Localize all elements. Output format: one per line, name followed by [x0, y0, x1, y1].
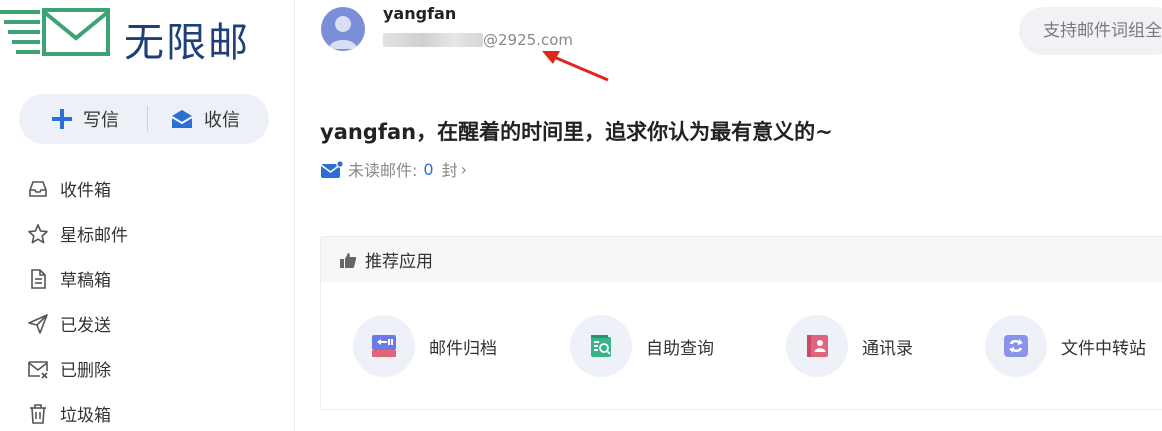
unread-count: 0	[423, 159, 434, 179]
archive-icon	[353, 315, 415, 377]
deleted-mail-icon	[26, 357, 50, 381]
folder-label: 草稿箱	[60, 271, 111, 291]
user-avatar-icon	[329, 16, 357, 49]
annotation-arrow-icon	[542, 51, 609, 82]
receive-button[interactable]: 收信	[148, 94, 240, 144]
apps-header: 推荐应用	[321, 237, 1162, 282]
brand-logo[interactable]: 无限邮	[0, 4, 248, 66]
app-label: 通讯录	[862, 338, 913, 359]
write-label: 写信	[83, 110, 119, 131]
envelope-logo-icon	[0, 8, 110, 56]
star-icon	[26, 222, 50, 246]
sent-icon	[26, 312, 50, 336]
folder-deleted[interactable]: 已删除	[26, 346, 266, 391]
folder-label: 已发送	[60, 316, 111, 336]
compose-bar: 写信 收信	[19, 94, 269, 144]
receive-label: 收信	[204, 110, 240, 131]
unread-unit: 封	[441, 161, 458, 180]
recommended-apps-panel: 推荐应用 邮件归档 自助查询 通讯录 文件中转站	[320, 236, 1162, 410]
unread-mail-link[interactable]: 未读邮件: 0 封 ›	[320, 157, 467, 181]
self-query-icon	[570, 315, 632, 377]
sidebar: 无限邮 写信 收信 收件箱 星标邮件 草稿箱 已发送 已删除 垃圾箱	[0, 0, 295, 431]
write-button[interactable]: 写信	[19, 94, 147, 144]
folder-label: 垃圾箱	[60, 406, 111, 426]
app-label: 邮件归档	[429, 338, 497, 359]
app-label: 自助查询	[646, 338, 714, 359]
search-box[interactable]	[1019, 7, 1162, 55]
app-file-transfer[interactable]: 文件中转站	[985, 315, 1146, 377]
thumbs-up-icon	[340, 252, 357, 268]
draft-icon	[26, 267, 50, 291]
folder-inbox[interactable]: 收件箱	[26, 166, 266, 211]
brand-name: 无限邮	[124, 20, 250, 66]
user-name: yangfan	[383, 4, 457, 23]
open-envelope-icon	[171, 110, 193, 128]
plus-icon	[52, 109, 72, 129]
avatar[interactable]	[321, 7, 365, 51]
app-self-query[interactable]: 自助查询	[570, 315, 714, 377]
folder-drafts[interactable]: 草稿箱	[26, 256, 266, 301]
folder-label: 收件箱	[60, 181, 111, 201]
trash-icon	[26, 402, 50, 426]
app-contacts[interactable]: 通讯录	[786, 315, 913, 377]
folder-label: 已删除	[60, 361, 111, 381]
contacts-icon	[786, 315, 848, 377]
folder-sent[interactable]: 已发送	[26, 301, 266, 346]
chevron-right-icon: ›	[460, 159, 468, 179]
apps-title: 推荐应用	[365, 252, 433, 272]
folder-starred[interactable]: 星标邮件	[26, 211, 266, 256]
greeting-text: yangfan，在醒着的时间里，追求你认为最有意义的~	[320, 120, 833, 144]
main-panel: yangfan @2925.com yangfan，在醒着的时间里，追求你认为最…	[296, 0, 1162, 431]
unread-label: 未读邮件:	[348, 161, 418, 180]
search-input[interactable]	[1043, 21, 1162, 41]
unread-mail-icon	[320, 160, 344, 178]
redacted-email-local-part	[383, 33, 483, 47]
folder-trash[interactable]: 垃圾箱	[26, 391, 266, 431]
app-label: 文件中转站	[1061, 338, 1146, 359]
app-mail-archive[interactable]: 邮件归档	[353, 315, 497, 377]
folder-label: 星标邮件	[60, 226, 128, 246]
inbox-icon	[26, 177, 50, 201]
file-transfer-icon	[985, 315, 1047, 377]
